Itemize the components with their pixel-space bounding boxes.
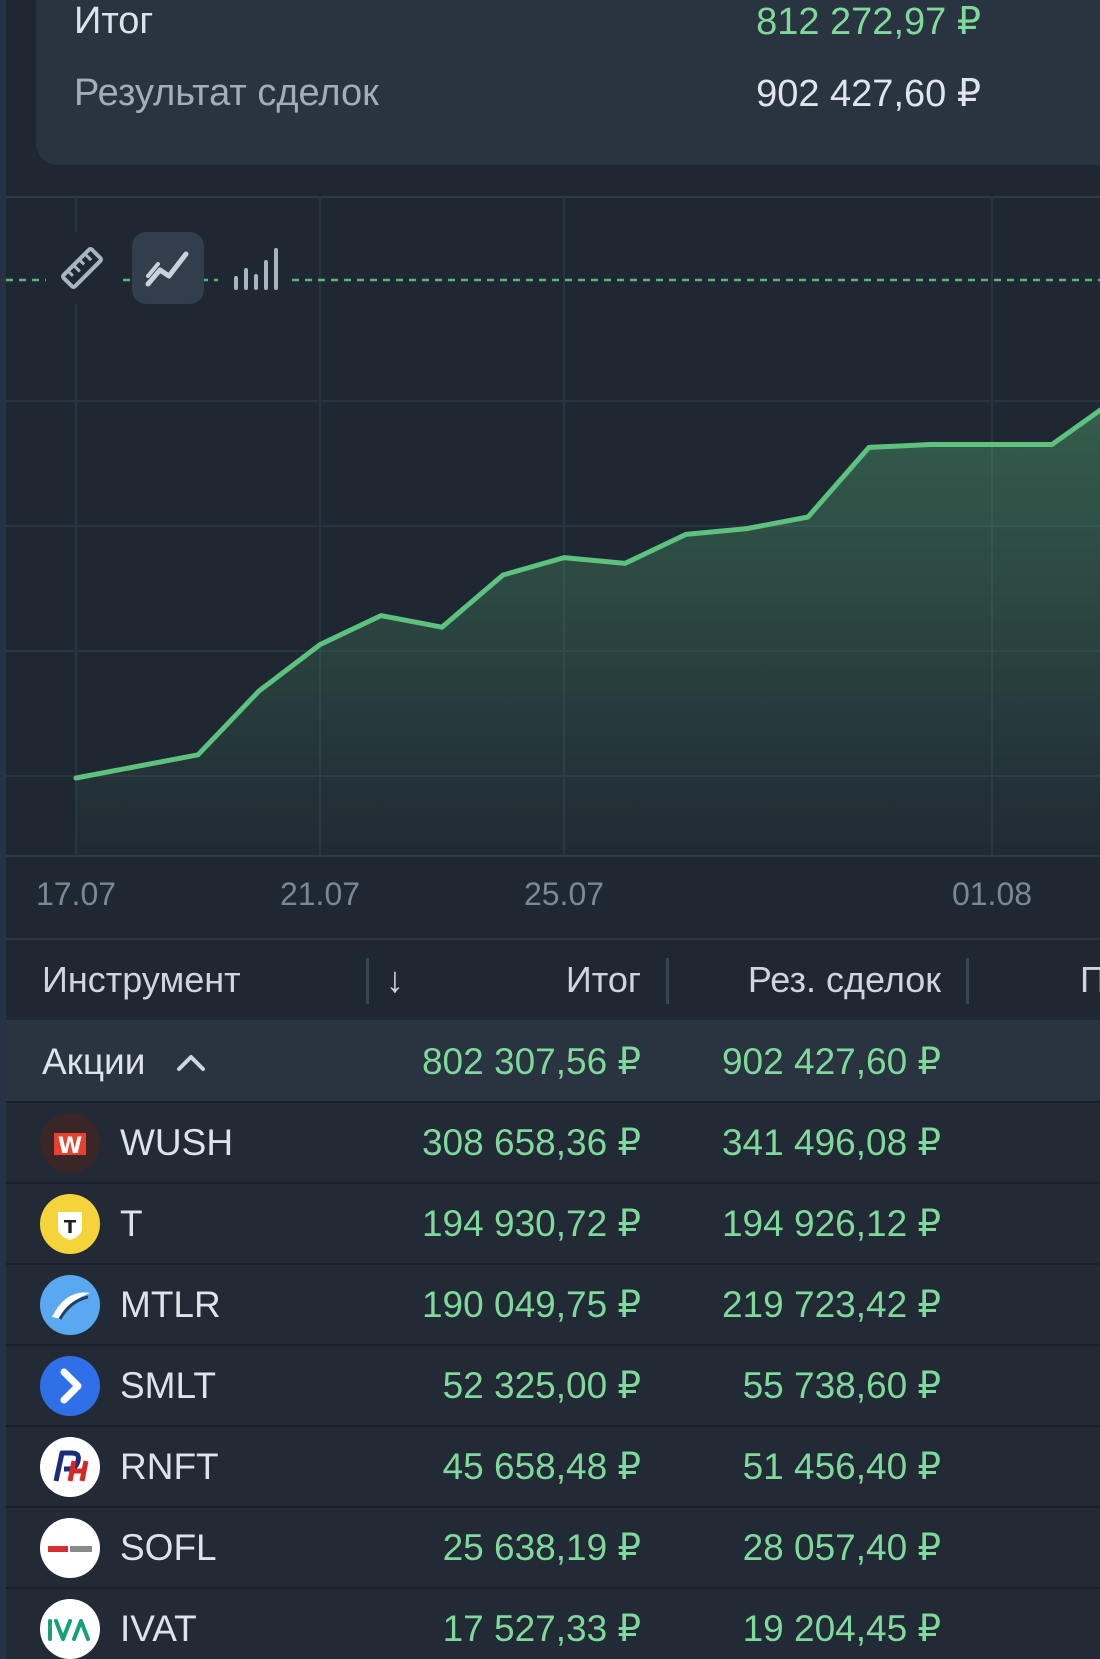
ticker: MTLR: [120, 1283, 221, 1325]
chart-point-22.07: [379, 613, 383, 618]
group-total: 802 307,56 ₽: [421, 1041, 641, 1082]
chart-point-01.08: [989, 442, 993, 447]
chart-point-20.07: [257, 689, 261, 693]
profit-chart[interactable]: [6, 196, 1100, 936]
chart-point-31.07: [928, 442, 932, 447]
x-tick-label: 01.08: [951, 876, 1033, 912]
summary-total-row: Итог 812 272,97 ₽: [74, 0, 981, 46]
column-divider: [966, 958, 969, 1004]
table-row[interactable]: T T 194 930,72 ₽ 194 926,12 ₽: [6, 1184, 1100, 1265]
profit-chart-svg: [6, 196, 1100, 857]
chart-point-18.07: [135, 764, 139, 769]
row-total: 45 658,48 ₽: [442, 1446, 641, 1487]
ruler-icon: [61, 247, 103, 289]
portfolio-screen: Итог 812 272,97 ₽ Результат сделок 902 4…: [0, 0, 1100, 1659]
group-result: 902 427,60 ₽: [721, 1041, 941, 1082]
table-row[interactable]: MTLR 190 049,75 ₽ 219 723,42 ₽: [6, 1265, 1100, 1346]
positions-table: Инструмент ↓ Итог Рез. сделок П Акции 80…: [6, 938, 1100, 1659]
chart-point-29.07: [806, 515, 810, 519]
chart-point-24.07: [501, 573, 505, 577]
chart-point-02.08: [1050, 442, 1054, 447]
chevron-up-icon[interactable]: [174, 1022, 208, 1101]
summary-total-label: Итог: [74, 0, 154, 42]
softline-logo-icon: [40, 1518, 100, 1578]
row-result: 341 496,08 ₽: [721, 1122, 941, 1163]
row-result: 28 057,40 ₽: [742, 1527, 941, 1568]
ticker: RNFT: [120, 1445, 219, 1487]
group-row-stocks[interactable]: Акции 802 307,56 ₽ 902 427,60 ₽: [6, 1022, 1100, 1103]
x-tick-label: 17.07: [35, 876, 117, 912]
table-row[interactable]: RNFT 45 658,48 ₽ 51 456,40 ₽: [6, 1427, 1100, 1508]
sort-arrow-icon[interactable]: ↓: [386, 940, 404, 1020]
chart-point-30.07: [867, 445, 871, 450]
ruler-tool-button[interactable]: [46, 232, 118, 304]
x-tick-label: 21.07: [279, 876, 361, 912]
svg-text:T: T: [64, 1217, 77, 1238]
chart-point-17.07: [74, 776, 78, 780]
chart-point-27.07: [684, 532, 688, 537]
summary-total-value: 812 272,97 ₽: [756, 0, 981, 43]
row-total: 194 930,72 ₽: [421, 1203, 641, 1244]
row-result: 19 204,45 ₽: [742, 1608, 941, 1649]
row-result: 51 456,40 ₽: [742, 1446, 941, 1487]
row-result: 194 926,12 ₽: [721, 1203, 941, 1244]
column-header-instrument[interactable]: Инструмент: [42, 940, 241, 1020]
summary-result-value: 902 427,60 ₽: [756, 72, 981, 115]
row-total: 308 658,36 ₽: [421, 1122, 641, 1163]
chart-point-25.07: [562, 555, 566, 560]
ticker: IVAT: [120, 1607, 197, 1649]
table-row[interactable]: SOFL 25 638,19 ₽ 28 057,40 ₽: [6, 1508, 1100, 1589]
row-result: 219 723,42 ₽: [721, 1284, 941, 1325]
samolet-logo-icon: [40, 1356, 100, 1416]
ticker: SOFL: [120, 1526, 217, 1568]
chart-point-23.07: [440, 625, 444, 630]
russneft-logo-icon: [40, 1437, 100, 1497]
summary-result-row: Результат сделок 902 427,60 ₽: [74, 68, 981, 118]
mechel-logo-icon: [40, 1275, 100, 1335]
column-divider: [366, 958, 369, 1004]
table-row[interactable]: W WUSH 308 658,36 ₽ 341 496,08 ₽: [6, 1103, 1100, 1184]
bar-chart-icon: [234, 248, 278, 290]
column-header-result[interactable]: Рез. сделок: [748, 940, 941, 1020]
ticker: T: [120, 1202, 143, 1244]
row-total: 17 527,33 ₽: [442, 1608, 641, 1649]
summary-result-label: Результат сделок: [74, 71, 379, 114]
wush-logo-icon: W: [40, 1113, 100, 1173]
table-header: Инструмент ↓ Итог Рез. сделок П: [6, 938, 1100, 1022]
column-divider: [666, 958, 669, 1004]
ticker: SMLT: [120, 1364, 216, 1406]
row-total: 52 325,00 ₽: [442, 1365, 641, 1406]
ticker: WUSH: [120, 1121, 234, 1163]
column-header-total[interactable]: Итог: [566, 940, 641, 1020]
chart-point-28.07: [745, 526, 749, 531]
column-header-next[interactable]: П: [1080, 940, 1100, 1020]
chart-area-fill: [76, 410, 1100, 856]
row-total: 190 049,75 ₽: [421, 1284, 641, 1325]
chart-point-19.07: [196, 752, 200, 757]
row-total: 25 638,19 ₽: [442, 1527, 641, 1568]
line-chart-tool-button[interactable]: [132, 232, 204, 304]
group-name: Акции: [42, 1040, 146, 1082]
chart-point-21.07: [318, 642, 322, 647]
table-row[interactable]: SMLT 52 325,00 ₽ 55 738,60 ₽: [6, 1346, 1100, 1427]
table-row[interactable]: IVAT 17 527,33 ₽ 19 204,45 ₽: [6, 1589, 1100, 1659]
iva-logo-icon: [40, 1599, 100, 1659]
chart-point-26.07: [623, 561, 627, 566]
svg-text:W: W: [58, 1134, 82, 1159]
tbank-logo-icon: T: [40, 1194, 100, 1254]
summary-card: Итог 812 272,97 ₽ Результат сделок 902 4…: [36, 0, 1100, 165]
x-tick-label: 25.07: [523, 876, 605, 912]
chart-toolbar: [46, 232, 290, 304]
row-result: 55 738,60 ₽: [742, 1365, 941, 1406]
bar-chart-tool-button[interactable]: [218, 232, 290, 304]
line-chart-icon: [145, 251, 189, 287]
